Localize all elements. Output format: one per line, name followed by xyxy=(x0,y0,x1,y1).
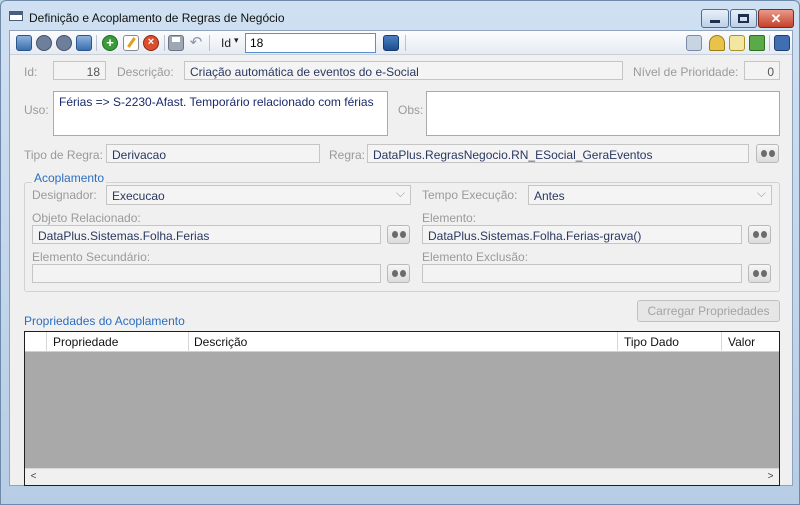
window-title: Definição e Acoplamento de Regras de Neg… xyxy=(29,11,285,25)
close-icon: ✕ xyxy=(770,11,782,26)
column-header-descricao[interactable]: Descrição xyxy=(194,335,247,349)
acoplamento-title: Acoplamento xyxy=(32,171,107,185)
objeto-lookup-button[interactable] xyxy=(387,225,410,244)
binoculars-icon xyxy=(752,269,767,278)
elemento-secundario-field[interactable] xyxy=(32,264,381,283)
column-header-propriedade[interactable]: Propriedade xyxy=(53,335,118,349)
tempo-execucao-select[interactable]: Antes xyxy=(528,185,772,205)
uso-textarea[interactable]: Férias => S-2230-Afast. Temporário relac… xyxy=(53,91,388,136)
column-divider[interactable] xyxy=(617,332,618,352)
window-icon[interactable] xyxy=(774,35,790,51)
last-record-icon[interactable] xyxy=(76,35,92,51)
exclusao-lookup-button[interactable] xyxy=(748,264,771,283)
column-header-valor[interactable]: Valor xyxy=(728,335,755,349)
search-go-icon[interactable] xyxy=(383,35,399,51)
delete-icon[interactable]: × xyxy=(143,35,159,51)
scroll-right-icon[interactable]: > xyxy=(762,469,779,485)
id-search-input[interactable] xyxy=(245,33,376,53)
grid-header: Propriedade Descrição Tipo Dado Valor xyxy=(25,332,779,352)
elemento-label: Elemento: xyxy=(422,211,477,225)
binoculars-icon xyxy=(752,230,767,239)
next-record-icon[interactable] xyxy=(56,35,72,51)
descricao-field[interactable]: Criação automática de eventos do e-Socia… xyxy=(184,61,623,80)
edit-icon[interactable] xyxy=(123,35,139,51)
id-search-label[interactable]: Id xyxy=(221,36,231,50)
obs-label: Obs: xyxy=(398,103,424,117)
elemento-secundario-label: Elemento Secundário: xyxy=(32,250,151,264)
elemento-exclusao-field[interactable] xyxy=(422,264,742,283)
prioridade-label: Nível de Prioridade: xyxy=(633,65,739,79)
id-label: Id: xyxy=(24,65,38,79)
propriedades-title: Propriedades do Acoplamento xyxy=(24,314,185,328)
previous-record-icon[interactable] xyxy=(36,35,52,51)
tipo-regra-label: Tipo de Regra: xyxy=(24,148,103,162)
row-selector-divider xyxy=(46,332,47,352)
id-dropdown-icon[interactable]: ▾ xyxy=(234,35,239,46)
key-icon[interactable] xyxy=(709,35,725,51)
save-icon[interactable] xyxy=(168,35,184,51)
close-button[interactable]: ✕ xyxy=(758,9,794,28)
toolbar-separator xyxy=(164,35,165,51)
maximize-button[interactable] xyxy=(730,9,757,28)
propriedades-grid[interactable]: Propriedade Descrição Tipo Dado Valor < … xyxy=(24,331,780,486)
column-divider[interactable] xyxy=(721,332,722,352)
toolbar-separator xyxy=(96,35,97,51)
elemento-exclusao-label: Elemento Exclusão: xyxy=(422,250,529,264)
form-client-area: + × ↶ Id ▾ Id: 18 Descrição: Criação aut… xyxy=(9,30,793,486)
objeto-relacionado-field[interactable]: DataPlus.Sistemas.Folha.Ferias xyxy=(32,225,381,244)
regra-field[interactable]: DataPlus.RegrasNegocio.RN_ESocial_GeraEv… xyxy=(367,144,749,163)
window-app-icon xyxy=(9,11,23,21)
title-bar[interactable]: Definição e Acoplamento de Regras de Neg… xyxy=(1,1,799,29)
obs-textarea[interactable] xyxy=(426,91,780,136)
toolbar: + × ↶ Id ▾ xyxy=(10,31,792,55)
first-record-icon[interactable] xyxy=(16,35,32,51)
list-icon[interactable] xyxy=(686,35,702,51)
toolbar-separator xyxy=(769,35,770,51)
regra-label: Regra: xyxy=(329,148,366,162)
toolbar-separator xyxy=(405,35,406,51)
designador-label: Designador: xyxy=(32,188,97,202)
undo-icon[interactable]: ↶ xyxy=(188,35,204,51)
upload-icon[interactable] xyxy=(749,35,765,51)
add-icon[interactable]: + xyxy=(102,35,118,51)
uso-label: Uso: xyxy=(24,103,49,117)
designador-select[interactable]: Execucao xyxy=(106,185,411,205)
minimize-button[interactable] xyxy=(701,9,729,28)
elemento-field[interactable]: DataPlus.Sistemas.Folha.Ferias-grava() xyxy=(422,225,742,244)
maximize-icon xyxy=(738,14,749,23)
column-header-tipo-dado[interactable]: Tipo Dado xyxy=(624,335,679,349)
binoculars-icon xyxy=(760,149,775,158)
document-icon[interactable] xyxy=(729,35,745,51)
elemento-lookup-button[interactable] xyxy=(748,225,771,244)
objeto-relacionado-label: Objeto Relacionado: xyxy=(32,211,141,225)
scroll-left-icon[interactable]: < xyxy=(25,469,42,485)
binoculars-icon xyxy=(391,269,406,278)
tipo-regra-field[interactable]: Derivacao xyxy=(106,144,320,163)
main-window: Definição e Acoplamento de Regras de Neg… xyxy=(0,0,800,505)
horizontal-scrollbar[interactable]: < > xyxy=(25,468,779,485)
tempo-execucao-label: Tempo Execução: xyxy=(422,188,518,202)
secundario-lookup-button[interactable] xyxy=(387,264,410,283)
minimize-icon xyxy=(710,20,720,23)
column-divider[interactable] xyxy=(188,332,189,352)
binoculars-icon xyxy=(391,230,406,239)
toolbar-separator xyxy=(209,35,210,51)
id-field[interactable]: 18 xyxy=(53,61,106,80)
descricao-label: Descrição: xyxy=(117,65,174,79)
prioridade-field[interactable]: 0 xyxy=(744,61,780,80)
carregar-propriedades-button[interactable]: Carregar Propriedades xyxy=(637,300,780,322)
regra-lookup-button[interactable] xyxy=(756,144,779,163)
